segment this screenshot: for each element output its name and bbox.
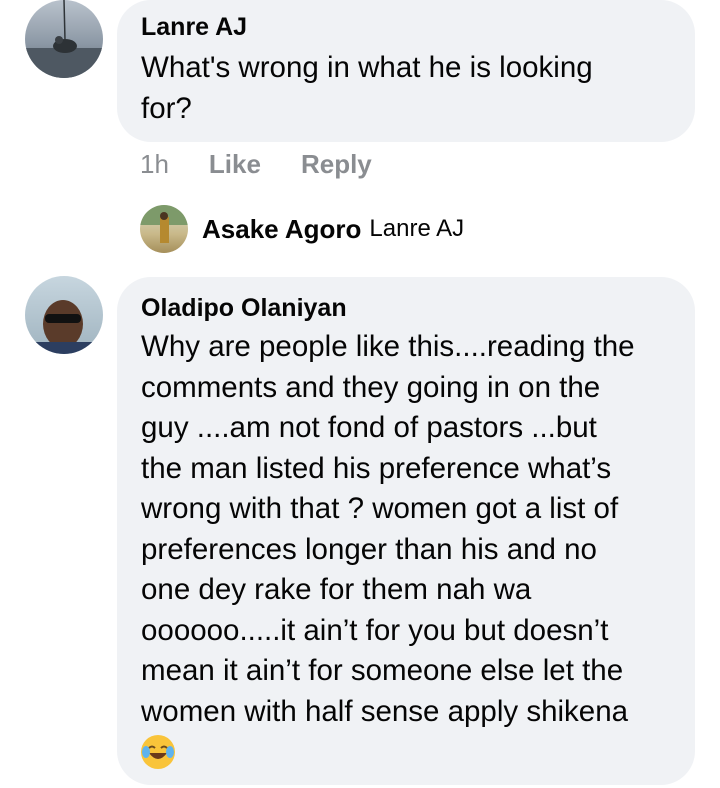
tears-of-joy-emoji-icon	[141, 735, 175, 769]
comment-author[interactable]: Oladipo Olaniyan	[141, 293, 671, 323]
comment-line: oooooo.....it ain’t for you but doesn’t	[141, 613, 609, 647]
like-button[interactable]: Like	[209, 149, 261, 180]
comment-bubble-oladipo: Oladipo Olaniyan Why are people like thi…	[117, 277, 695, 785]
avatar-oladipo-olaniyan[interactable]	[25, 276, 103, 354]
comment-line: women with half sense apply shikena	[141, 694, 629, 728]
reply-button[interactable]: Reply	[301, 149, 372, 180]
comment-line: wrong with that ? women got a list of	[141, 492, 619, 525]
avatar-photo-icon	[25, 0, 103, 78]
avatar-lanre-aj[interactable]	[25, 0, 103, 78]
emoji-line	[141, 732, 671, 772]
reply-preview[interactable]: Asake Agoro Lanre AJ	[140, 205, 464, 253]
comment-line: comments and they going in on the	[141, 370, 601, 404]
comment-line: What's wrong in what he is looking	[141, 51, 593, 84]
comment-line: one dey rake for them nah wa	[141, 573, 532, 606]
avatar-photo-icon	[140, 205, 188, 243]
comment-line: guy ....am not fond of pastors ...but	[141, 411, 597, 444]
comment-line: Why are people like this....reading the	[141, 330, 635, 363]
comment-line: the man listed his preference what’s	[141, 451, 612, 485]
comment-bubble-lanre: Lanre AJ What's wrong in what he is look…	[117, 0, 695, 142]
comment-line: preferences longer than his and no	[141, 532, 597, 566]
avatar-asake-agoro[interactable]	[140, 205, 188, 253]
reply-author[interactable]: Asake Agoro	[202, 214, 361, 245]
avatar-photo-icon	[35, 300, 93, 354]
comment-line: for?	[141, 91, 192, 125]
comment-author[interactable]: Lanre AJ	[141, 12, 671, 42]
comment-text: Why are people like this....reading the …	[141, 327, 671, 772]
comment-actions: 1h Like Reply	[140, 147, 412, 181]
reply-mention[interactable]: Lanre AJ	[369, 215, 464, 243]
comment-text: What's wrong in what he is looking for?	[141, 48, 671, 129]
comment-timestamp[interactable]: 1h	[140, 149, 169, 180]
comment-line: mean it ain’t for someone else let the	[141, 654, 624, 687]
